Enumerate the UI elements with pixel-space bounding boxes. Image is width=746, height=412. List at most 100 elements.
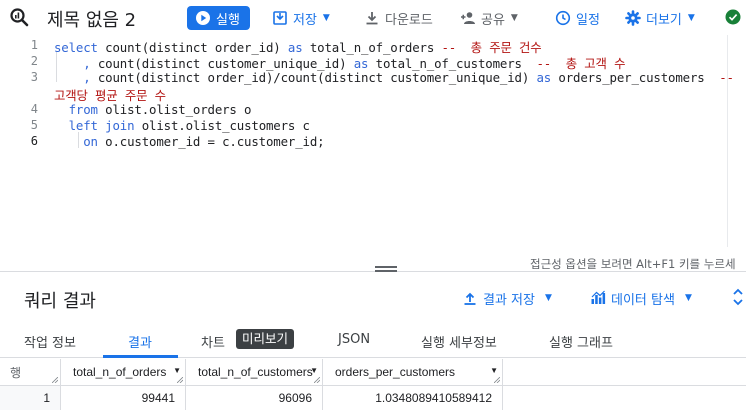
sql-text: o.customer_id = c.customer_id; (97, 134, 325, 149)
chevron-down-icon: ▼ (544, 293, 552, 303)
resize-grip-icon[interactable] (52, 377, 58, 383)
sql-keyword: select (54, 40, 98, 55)
chevron-down-icon: ▼ (322, 13, 330, 23)
row-number-header: 행 (0, 359, 61, 385)
preview-badge: 미리보기 (236, 329, 295, 349)
line-number: 2 (30, 54, 38, 68)
tab-chart[interactable]: 차트 (201, 332, 225, 351)
sql-editor[interactable]: 1 2 3 4 5 6 select count(distinct order_… (0, 35, 746, 267)
explore-data-label: 데이터 탐색 (611, 292, 675, 308)
expand-collapse-icon[interactable] (731, 287, 745, 307)
add-person-icon (461, 12, 475, 24)
active-tab-indicator (103, 355, 178, 358)
share-label: 공유 (481, 12, 505, 28)
table-cell[interactable]: 96096 (186, 386, 323, 410)
row-header-label: 행 (10, 366, 22, 380)
accessibility-hint: 접근성 옵션을 보려면 Alt+F1 키를 누르세 (530, 257, 736, 271)
upload-icon (464, 292, 476, 305)
code-line: from olist.olist_orders o (54, 102, 252, 117)
table-cell[interactable]: 99441 (61, 386, 186, 410)
sql-text: total_n_of_customers (368, 56, 537, 71)
sql-comment: -- 총 고객 수 (536, 56, 626, 71)
play-icon (196, 11, 210, 25)
clock-icon (555, 10, 571, 26)
sql-text: count(distinct customer_unique_id) (97, 56, 354, 71)
column-header[interactable]: orders_per_customers ▼ (323, 359, 503, 385)
tab-execution-details[interactable]: 실행 세부정보 (421, 332, 497, 351)
sql-keyword: , (54, 56, 98, 71)
table-cell[interactable]: 1.0348089410589412 (323, 386, 503, 410)
share-button[interactable]: 공유 ▼ (460, 7, 518, 29)
column-header-label: total_n_of_customers (198, 365, 313, 379)
sql-text: olist.olist_orders o (97, 102, 252, 117)
column-header-label: orders_per_customers (335, 365, 456, 379)
run-button[interactable]: 실행 (187, 6, 250, 30)
explore-data-button[interactable]: 데이터 탐색 ▼ (590, 288, 692, 308)
save-button[interactable]: 저장 ▼ (272, 7, 330, 29)
code-line-active: on o.customer_id = c.customer_id; (54, 134, 324, 149)
sql-keyword: left join (54, 118, 135, 133)
results-tabs: 작업 정보 결과 차트 미리보기 JSON 실행 세부정보 실행 그래프 (0, 322, 746, 358)
editor-scrollbar[interactable] (727, 35, 739, 247)
sort-menu-icon[interactable]: ▼ (310, 366, 318, 375)
sort-menu-icon[interactable]: ▼ (490, 366, 498, 375)
tab-results[interactable]: 결과 (128, 332, 152, 351)
resize-grip-icon[interactable] (494, 377, 500, 383)
save-label: 저장 (293, 12, 317, 28)
save-results-label: 결과 저장 (483, 292, 535, 308)
toolbar: 제목 없음 2 실행 저장 ▼ 다운로드 공유 ▼ 일정 더보기 ▼ (0, 0, 746, 35)
line-number: 1 (30, 38, 38, 52)
sort-menu-icon[interactable]: ▼ (173, 366, 181, 375)
bigquery-logo-icon (10, 8, 29, 27)
resize-grip-icon[interactable] (177, 377, 183, 383)
bar-chart-icon (591, 290, 606, 304)
line-number: 3 (30, 70, 38, 84)
query-title[interactable]: 제목 없음 2 (47, 6, 136, 32)
check-circle-icon (725, 9, 741, 25)
sql-text: total_n_of_orders (302, 40, 442, 55)
save-results-button[interactable]: 결과 저장 ▼ (462, 288, 552, 308)
column-header-label: total_n_of_orders (73, 365, 167, 379)
resize-handle[interactable] (375, 266, 397, 272)
sql-text: orders_per_customers (551, 70, 720, 85)
sql-text: olist.olist_customers c (134, 118, 310, 133)
code-line: left join olist.olist_customers c (54, 118, 310, 133)
more-button[interactable]: 더보기 ▼ (625, 7, 695, 29)
schedule-label: 일정 (576, 12, 600, 28)
results-title: 쿼리 결과 (24, 291, 96, 312)
tab-json[interactable]: JSON (338, 332, 370, 347)
column-header[interactable]: total_n_of_orders ▼ (61, 359, 186, 385)
line-number: 4 (30, 102, 38, 116)
run-label: 실행 (216, 12, 240, 28)
table-header: 행 total_n_of_orders ▼ total_n_of_custome… (0, 359, 746, 385)
sql-keyword: as (287, 40, 303, 55)
save-icon (273, 11, 287, 25)
sql-keyword: , (54, 70, 98, 85)
chevron-down-icon: ▼ (684, 293, 692, 303)
more-label: 더보기 (646, 12, 682, 28)
sql-keyword: from (54, 102, 98, 117)
sql-keyword: as (353, 56, 369, 71)
panel-divider (0, 271, 746, 272)
table-row: 1 99441 96096 1.0348089410589412 (0, 385, 746, 410)
tab-execution-graph[interactable]: 실행 그래프 (549, 332, 613, 351)
chevron-down-icon: ▼ (687, 13, 695, 23)
line-number: 5 (30, 118, 38, 132)
sql-text: count(distinct order_id)/count(distinct … (97, 70, 537, 85)
download-icon (366, 12, 378, 25)
sql-keyword: on (54, 134, 98, 149)
sql-keyword: as (536, 70, 552, 85)
download-button[interactable]: 다운로드 (364, 7, 433, 29)
row-number-cell: 1 (0, 386, 61, 410)
tab-job-info[interactable]: 작업 정보 (24, 332, 76, 351)
resize-grip-icon[interactable] (314, 377, 320, 383)
chevron-down-icon: ▼ (510, 13, 518, 23)
download-label: 다운로드 (385, 12, 433, 28)
sql-comment: 고객당 평균 주문 수 (54, 88, 166, 103)
line-number-gutter: 1 2 3 4 5 6 (0, 35, 46, 267)
column-header[interactable]: total_n_of_customers ▼ (186, 359, 323, 385)
sql-text: count(distinct order_id) (97, 40, 288, 55)
code-line: , count(distinct order_id)/count(distinc… (54, 70, 734, 85)
schedule-button[interactable]: 일정 (555, 7, 600, 29)
gear-icon (625, 10, 641, 26)
